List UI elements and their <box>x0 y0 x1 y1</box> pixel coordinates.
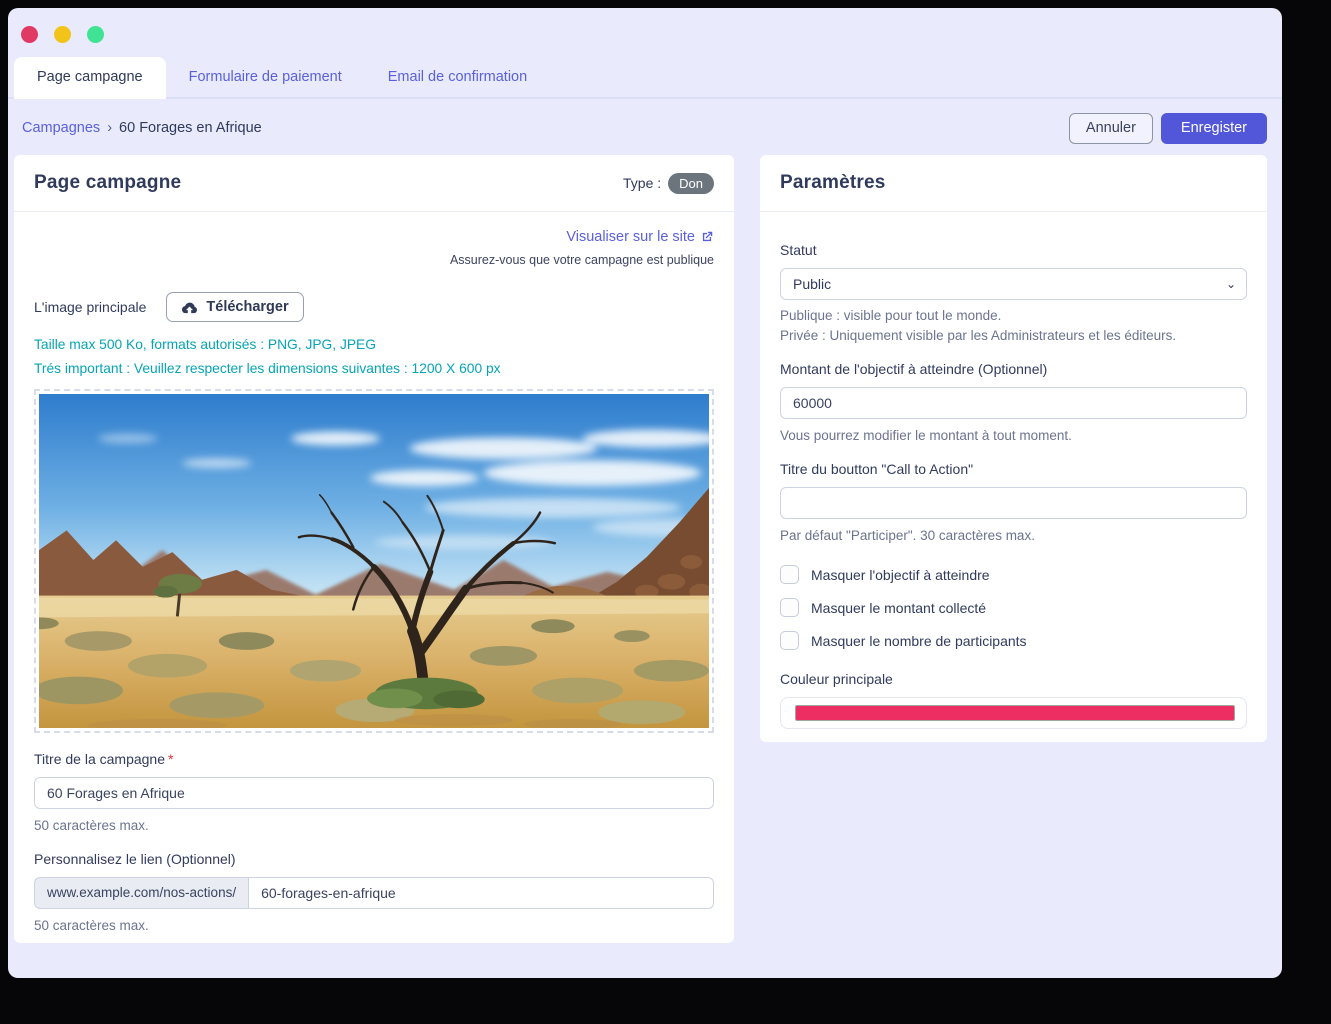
main-image-label: L'image principale <box>34 299 146 315</box>
parameters-card-title: Paramètres <box>780 172 886 194</box>
toolbar: Campagnes › 60 Forages en Afrique Annule… <box>22 108 1267 148</box>
main-color-label: Couleur principale <box>780 671 1247 687</box>
hide-participants-checkbox-row[interactable]: Masquer le nombre de participants <box>780 631 1247 650</box>
campaign-title-label: Titre de la campagne* <box>34 751 714 767</box>
parameters-card-header: Paramètres <box>760 155 1267 212</box>
app-window: Page campagne Formulaire de paiement Ema… <box>8 8 1282 978</box>
image-dimensions-hint: Trés important : Veuillez respecter les … <box>34 361 714 376</box>
visit-site-hint: Assurez-vous que votre campagne est publ… <box>34 253 714 267</box>
breadcrumb-campagnes-link[interactable]: Campagnes <box>22 120 100 136</box>
campaign-type-label: Type : <box>623 175 661 191</box>
close-window-icon[interactable] <box>21 26 38 43</box>
parameters-card-body: Statut Public ⌄ Publique : visible pour … <box>760 212 1267 749</box>
image-format-hint: Taille max 500 Ko, formats autorisés : P… <box>34 337 714 352</box>
campaign-page-card: Page campagne Type : Don Visualiser sur … <box>14 155 734 943</box>
hide-goal-checkbox-row[interactable]: Masquer l'objectif à atteindre <box>780 565 1247 584</box>
campaign-title-hint: 50 caractères max. <box>34 818 714 833</box>
breadcrumb-separator: › <box>107 120 112 136</box>
campaign-card-body: Visualiser sur le site Assurez-vous que … <box>14 212 734 953</box>
tab-page-campagne[interactable]: Page campagne <box>14 57 166 99</box>
breadcrumb-current: 60 Forages en Afrique <box>119 120 262 136</box>
hide-collected-checkbox-row[interactable]: Masquer le montant collecté <box>780 598 1247 617</box>
amount-hint: Vous pourrez modifier le montant à tout … <box>780 428 1247 443</box>
cancel-button[interactable]: Annuler <box>1069 113 1153 144</box>
hide-collected-checkbox[interactable] <box>780 598 799 617</box>
amount-input[interactable] <box>780 387 1247 419</box>
campaign-type: Type : Don <box>623 173 714 194</box>
hide-collected-label: Masquer le montant collecté <box>811 600 986 616</box>
hide-participants-checkbox[interactable] <box>780 631 799 650</box>
campaign-title-label-text: Titre de la campagne <box>34 751 165 767</box>
visit-site-link[interactable]: Visualiser sur le site <box>566 229 714 245</box>
statut-hint-private: Privée : Uniquement visible par les Admi… <box>780 328 1247 343</box>
campaign-main-image <box>39 394 709 728</box>
hide-participants-label: Masquer le nombre de participants <box>811 633 1027 649</box>
cta-hint: Par défaut "Participer". 30 caractères m… <box>780 528 1247 543</box>
custom-link-hint: 50 caractères max. <box>34 918 714 933</box>
statut-hint-public: Publique : visible pour tout le monde. <box>780 308 1247 323</box>
minimize-window-icon[interactable] <box>54 26 71 43</box>
maximize-window-icon[interactable] <box>87 26 104 43</box>
window-controls <box>21 26 104 43</box>
upload-button-label: Télécharger <box>206 299 288 315</box>
tab-email-de-confirmation[interactable]: Email de confirmation <box>365 57 550 97</box>
custom-link-prefix: www.example.com/nos-actions/ <box>34 877 248 909</box>
custom-link-group: www.example.com/nos-actions/ <box>34 877 714 909</box>
breadcrumb: Campagnes › 60 Forages en Afrique <box>22 120 262 136</box>
campaign-title-input[interactable] <box>34 777 714 809</box>
custom-link-label: Personnalisez le lien (Optionnel) <box>34 851 714 867</box>
save-button[interactable]: Enregister <box>1161 113 1267 144</box>
toolbar-actions: Annuler Enregister <box>1069 113 1267 144</box>
color-bar <box>796 706 1234 720</box>
hide-goal-label: Masquer l'objectif à atteindre <box>811 567 990 583</box>
visit-site-link-label: Visualiser sur le site <box>566 229 695 245</box>
statut-select-wrap: Public ⌄ <box>780 268 1247 300</box>
upload-button[interactable]: Télécharger <box>166 292 303 322</box>
statut-label: Statut <box>780 242 1247 258</box>
campaign-card-title: Page campagne <box>34 172 181 194</box>
statut-select[interactable]: Public <box>780 268 1247 300</box>
visit-site-row: Visualiser sur le site Assurez-vous que … <box>34 228 714 267</box>
tab-formulaire-de-paiement[interactable]: Formulaire de paiement <box>166 57 365 97</box>
custom-link-input[interactable] <box>248 877 714 909</box>
campaign-card-header: Page campagne Type : Don <box>14 155 734 212</box>
hide-goal-checkbox[interactable] <box>780 565 799 584</box>
parameters-card: Paramètres Statut Public ⌄ Publique : vi… <box>760 155 1267 742</box>
cloud-upload-icon <box>181 300 198 315</box>
external-link-icon <box>700 230 714 244</box>
amount-label: Montant de l'objectif à atteindre (Optio… <box>780 361 1247 377</box>
main-image-row: L'image principale Télécharger <box>34 292 714 322</box>
main-color-input[interactable] <box>780 697 1247 729</box>
campaign-type-badge: Don <box>668 173 714 194</box>
cta-label: Titre du boutton "Call to Action" <box>780 461 1247 477</box>
required-asterisk: * <box>168 751 173 767</box>
tab-bar: Page campagne Formulaire de paiement Ema… <box>8 56 1282 99</box>
cta-input[interactable] <box>780 487 1247 519</box>
main-image-dropzone[interactable] <box>34 389 714 733</box>
